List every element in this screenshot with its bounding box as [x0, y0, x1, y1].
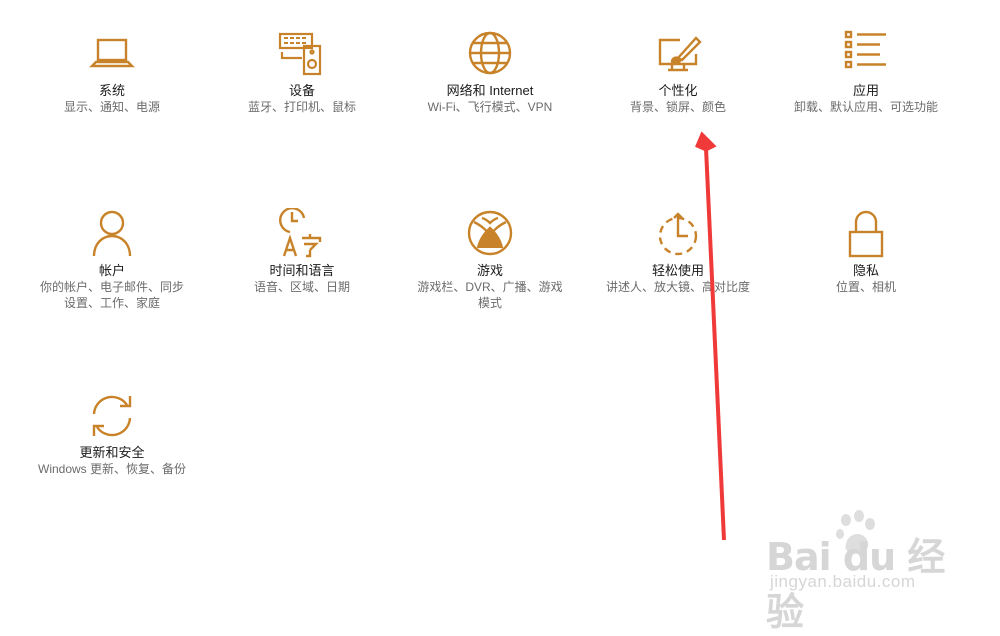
- tile-title: 帐户: [98, 263, 125, 278]
- paintbrush-monitor-icon: [652, 28, 704, 80]
- tile-title: 个性化: [658, 83, 698, 98]
- tile-title: 应用: [852, 83, 879, 98]
- tile-description: Wi-Fi、飞行模式、VPN: [427, 100, 553, 114]
- tile-devices[interactable]: 设备 蓝牙、打印机、鼠标: [222, 28, 382, 115]
- tile-gaming[interactable]: 游戏 游戏栏、DVR、广播、游戏模式: [410, 208, 570, 311]
- tile-title: 隐私: [852, 263, 879, 278]
- tile-title: 更新和安全: [79, 445, 145, 460]
- watermark-url: jingyan.baidu.com: [770, 572, 916, 591]
- tile-description: 蓝牙、打印机、鼠标: [247, 100, 356, 114]
- lock-icon: [840, 208, 892, 260]
- clock-language-icon: [276, 208, 328, 260]
- person-icon: [86, 208, 138, 260]
- tile-title: 设备: [288, 83, 315, 98]
- tile-description: 位置、相机: [835, 280, 896, 294]
- tile-description: Windows 更新、恢复、备份: [38, 462, 187, 476]
- tile-title: 轻松使用: [651, 263, 704, 278]
- tile-update-security[interactable]: 更新和安全 Windows 更新、恢复、备份: [32, 390, 192, 477]
- tile-system[interactable]: 系统 显示、通知、电源: [32, 28, 192, 115]
- tile-apps[interactable]: 应用 卸载、默认应用、可选功能: [786, 28, 946, 115]
- tile-personalization[interactable]: 个性化 背景、锁屏、颜色: [598, 28, 758, 115]
- tile-time-language[interactable]: 时间和语言 语音、区域、日期: [222, 208, 382, 295]
- devices-icon: [276, 28, 328, 80]
- timer-icon: [652, 208, 704, 260]
- tile-description: 你的帐户、电子邮件、同步设置、工作、家庭: [39, 280, 184, 310]
- tile-title: 网络和 Internet: [446, 83, 534, 98]
- tile-description: 卸载、默认应用、可选功能: [793, 100, 938, 114]
- tile-description: 语音、区域、日期: [253, 280, 350, 294]
- tile-description: 讲述人、放大镜、高对比度: [605, 280, 750, 294]
- globe-icon: [464, 28, 516, 80]
- tile-title: 系统: [98, 83, 125, 98]
- tile-ease-of-access[interactable]: 轻松使用 讲述人、放大镜、高对比度: [598, 208, 758, 295]
- tile-description: 游戏栏、DVR、广播、游戏模式: [417, 280, 563, 310]
- tile-description: 背景、锁屏、颜色: [629, 100, 726, 114]
- tile-title: 游戏: [476, 263, 503, 278]
- xbox-icon: [464, 208, 516, 260]
- sync-icon: [86, 390, 138, 442]
- laptop-icon: [86, 28, 138, 80]
- tile-network[interactable]: 网络和 Internet Wi-Fi、飞行模式、VPN: [410, 28, 570, 115]
- tile-description: 显示、通知、电源: [63, 100, 160, 114]
- tile-privacy[interactable]: 隐私 位置、相机: [786, 208, 946, 295]
- list-icon: [840, 28, 892, 80]
- baidu-watermark: Bai du 经验 jingyan.baidu.com: [762, 508, 962, 634]
- tile-title: 时间和语言: [269, 263, 335, 278]
- tile-accounts[interactable]: 帐户 你的帐户、电子邮件、同步设置、工作、家庭: [32, 208, 192, 311]
